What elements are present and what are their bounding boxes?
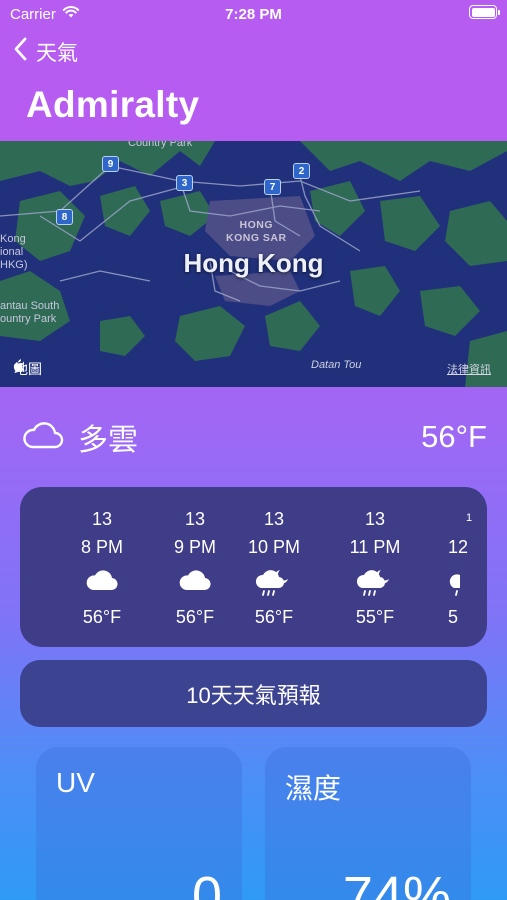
route-badge: 2 [293,163,310,179]
status-bar: Carrier 7:28 PM [0,0,507,28]
humidity-value: 74% [342,866,451,900]
hour-temp: 56°F [82,607,122,627]
hour-time: 9 PM [173,537,216,557]
legal-link[interactable]: 法律資訊 [447,361,491,377]
current-conditions: 多雲 56°F [22,414,487,460]
map-view[interactable]: 9 3 7 2 8 Country Park Kong ional HKG) a… [0,141,507,387]
current-left: 多雲 [22,415,138,459]
cloud-icon [66,567,138,601]
chevron-left-icon [14,37,28,67]
status-left: Carrier [10,5,80,23]
carrier-label: Carrier [10,5,56,23]
battery-fill [471,7,495,17]
hour-date: 1 [466,512,473,524]
cloud-moon-rain-icon [237,567,311,601]
hour-temp: 56°F [254,607,294,627]
humidity-title: 濕度 [285,773,342,804]
ten-day-forecast-label: 10天天氣預報 [186,682,321,708]
hour-date: 13 [263,509,285,529]
hour-date: 13 [184,509,206,529]
route-badge: 8 [56,209,73,225]
back-label: 天氣 [36,42,78,65]
cloud-moon-rain-icon [448,567,472,601]
uv-title: UV [56,767,95,798]
hour-date: 13 [364,509,386,529]
current-condition: 多雲 [78,424,138,457]
hour-temp: 56°F [175,607,215,627]
humidity-tile[interactable]: 濕度 74% [265,747,471,900]
cloud-icon [159,567,231,601]
cloud-outline-icon [22,420,64,455]
route-badge: 9 [102,156,119,172]
hour-date: 13 [91,509,113,529]
current-temperature: 56°F [421,419,487,454]
map-label-country-park: Country Park [128,141,193,149]
maps-attribution[interactable]: 地圖 [12,359,42,379]
map-label-datan: Datan Tou [311,359,362,371]
hour-time: 11 PM [349,537,401,557]
hour-time: 12 [448,537,469,557]
cloud-moon-rain-icon [339,567,411,601]
map-label-lantau-2: ountry Park [0,313,57,325]
wifi-icon [62,5,80,23]
hour-temp: 55°F [355,607,395,627]
hour-time: 10 PM [247,537,301,557]
uv-value: 0 [191,866,222,900]
battery-icon [469,5,500,19]
page-title: Admiralty [26,84,200,125]
map-district-label: HONG KONG SAR [226,219,287,244]
back-button[interactable]: 天氣 [14,36,78,68]
hour-time: 8 PM [80,537,123,557]
route-badge: 3 [176,175,193,191]
map-label-kong: Kong [0,233,26,245]
hourly-forecast-card[interactable]: 13 8 PM 56°F 13 9 PM 56°F 13 10 PM 56°F … [20,487,487,647]
map-city-label: Hong Kong [183,248,324,278]
ten-day-forecast-button[interactable]: 10天天氣預報 [20,660,487,727]
route-badge: 7 [264,179,281,195]
hour-temp: 5 [448,607,459,627]
uv-tile[interactable]: UV 0 [36,747,242,900]
map-label-lantau-1: antau South [0,300,60,312]
